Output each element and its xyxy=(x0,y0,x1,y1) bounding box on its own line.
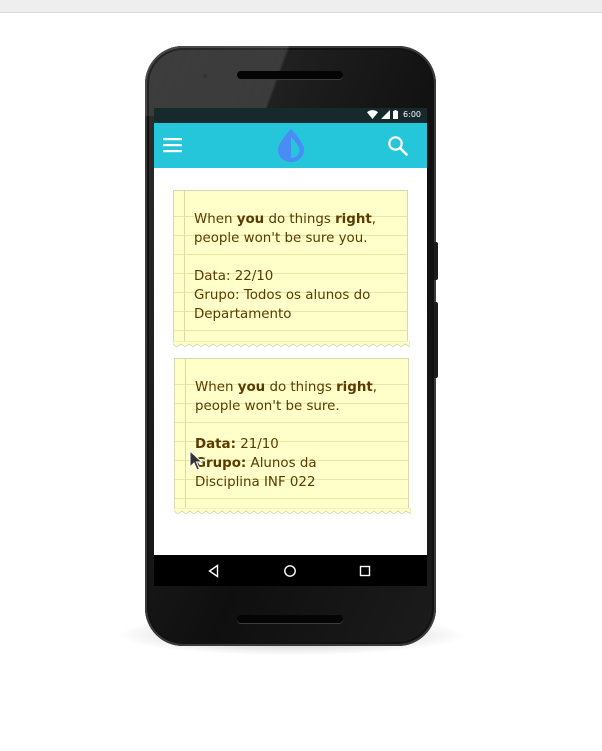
note-card[interactable]: When you do things right, people won't b… xyxy=(173,190,410,347)
note-date: Data: 21/10 xyxy=(195,437,279,452)
app-bar xyxy=(154,123,427,168)
note-group: Grupo: Alunos da xyxy=(195,456,317,471)
mouse-cursor-icon xyxy=(189,450,203,471)
note-spacer xyxy=(194,248,397,267)
android-nav-bar xyxy=(154,555,427,586)
note-card[interactable]: When you do things right, people won't b… xyxy=(174,358,411,514)
note-torn-edge xyxy=(174,508,411,514)
top-speaker xyxy=(237,71,343,79)
back-triangle-icon[interactable] xyxy=(206,563,222,579)
battery-icon xyxy=(393,110,399,119)
wifi-icon xyxy=(367,110,379,119)
note-line: When you do things right, xyxy=(195,380,378,395)
phone-screen: 6:00 When you do things right, people wo… xyxy=(154,108,427,586)
signal-icon xyxy=(381,110,391,119)
note-line: people won't be sure. xyxy=(195,399,340,414)
water-drop-logo-icon xyxy=(276,128,306,163)
note-line: people won't be sure you. xyxy=(194,231,368,246)
note-group-continued: Departamento xyxy=(194,307,292,322)
recents-square-icon[interactable] xyxy=(357,563,373,579)
note-spacer xyxy=(195,416,398,435)
notes-list: When you do things right, people won't b… xyxy=(154,168,427,555)
note-line: When you do things right, xyxy=(194,212,377,227)
power-button[interactable] xyxy=(434,302,438,378)
volume-button[interactable] xyxy=(434,242,438,280)
status-bar: 6:00 xyxy=(154,108,427,123)
home-circle-icon[interactable] xyxy=(282,563,298,579)
search-icon[interactable] xyxy=(387,135,409,157)
front-camera xyxy=(203,74,207,78)
note-group: Grupo: Todos os alunos do xyxy=(194,288,371,303)
hamburger-menu-icon[interactable] xyxy=(163,136,183,154)
status-time: 6:00 xyxy=(403,110,421,119)
note-group-continued: Disciplina INF 022 xyxy=(195,475,316,490)
note-date: Data: 22/10 xyxy=(194,269,274,284)
bottom-speaker xyxy=(237,615,343,623)
browser-top-strip xyxy=(0,0,602,13)
note-torn-edge xyxy=(173,341,410,347)
